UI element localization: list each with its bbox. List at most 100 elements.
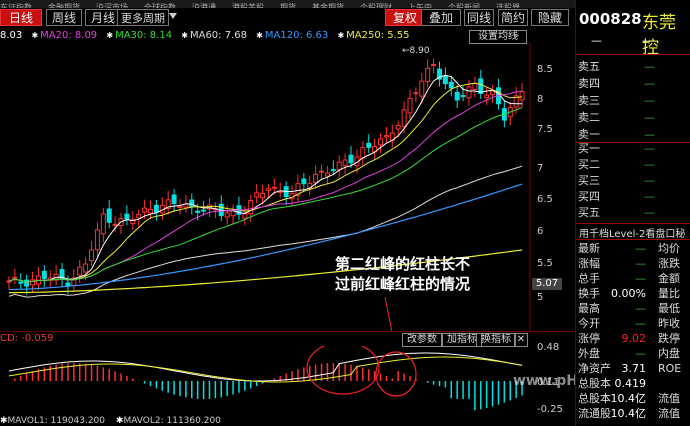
restore-rights-button[interactable]: 复权 <box>385 9 425 26</box>
candle-body <box>407 97 413 114</box>
quote-value: 0.419 <box>614 377 647 390</box>
buy-price: — <box>644 174 655 187</box>
candle-body <box>460 95 466 98</box>
ma30-value: MA30: 8.14 <box>115 30 173 41</box>
candle-body <box>419 80 425 97</box>
sell-price: — <box>644 94 655 107</box>
quote-value: 9.02 <box>621 332 647 345</box>
candle-body <box>472 83 478 90</box>
candle-body <box>153 204 159 213</box>
week-line-button[interactable]: 周线 <box>46 9 82 26</box>
buy-label: 买五 <box>578 206 600 219</box>
more-period-button[interactable]: 更多周期 <box>117 9 169 26</box>
chevron-down-icon[interactable] <box>169 13 177 19</box>
candle-body <box>89 249 95 262</box>
sell-row: 卖五 — <box>578 58 690 75</box>
quote-label: 流通股 <box>578 407 611 420</box>
sell-label: 卖二 <box>578 111 600 124</box>
buy-label: 买三 <box>578 174 600 187</box>
day-line-button[interactable]: 日线 <box>0 9 42 26</box>
sell-price: — <box>644 60 655 73</box>
quote-panel: 000828 东莞控 — — 卖五 — 卖四 — 卖三 — 卖二 — 卖一 — 买一 — 买二 — 买三 —… <box>575 0 690 426</box>
candle-body <box>519 91 525 101</box>
candle-body <box>201 209 207 212</box>
quote-value: — <box>635 347 646 360</box>
quote-row: 总手 — 金额 <box>578 271 690 286</box>
candle-body <box>171 194 177 204</box>
candle-body <box>224 212 230 218</box>
candle-body <box>77 266 83 276</box>
close-icon[interactable]: ✕ <box>514 333 528 347</box>
candle-body <box>189 199 195 207</box>
quote-row: 外盘 — 内盘 <box>578 346 690 361</box>
quote-label: 涨停 <box>578 332 600 345</box>
candle-body <box>124 213 130 220</box>
candle-body <box>360 147 366 159</box>
y-tick-label: 5.5 <box>537 258 553 269</box>
quote-label: 涨跌 <box>658 257 680 270</box>
candle-body <box>254 192 260 198</box>
buy-row: 买三 — <box>578 172 690 189</box>
ma20-value: MA20: 8.09 <box>40 30 98 41</box>
ma-line <box>8 74 523 283</box>
y-tick-label: 7.5 <box>537 124 553 135</box>
candle-body <box>177 206 183 209</box>
candle-body <box>142 207 148 213</box>
buy-price: — <box>644 158 655 171</box>
quote-value: 3.71 <box>621 362 647 375</box>
current-price-tag: 5.07 <box>532 278 562 290</box>
candle-body <box>83 263 89 273</box>
buy-row: 买一 — <box>578 140 690 157</box>
candle-body <box>195 210 201 213</box>
candle-body <box>366 142 372 148</box>
sell-row: 卖四 — <box>578 75 690 92</box>
candle-body <box>136 214 142 219</box>
simple-button[interactable]: 简约 <box>498 9 528 26</box>
quote-label: 总股本 <box>578 377 611 390</box>
candle-body <box>106 208 112 223</box>
quote-row: 流通股 10.4亿 流值 <box>578 406 690 421</box>
quote-label: 跌停 <box>658 332 680 345</box>
quote-label: 换手 <box>578 287 600 300</box>
quote-row: 净资产 3.71 ROE <box>578 361 690 376</box>
change-param-button[interactable]: 改参数 <box>402 333 442 347</box>
candle-body <box>330 169 336 172</box>
stock-name: 东莞控 <box>642 13 676 58</box>
y-tick-label: 5 <box>537 292 544 303</box>
quote-value: 10.4亿 <box>610 392 647 405</box>
period-toolbar: 日线 周线 月线 更多周期 复权 叠加 同线 简约 隐藏 <box>0 8 575 28</box>
quote-label: 均价 <box>658 242 680 255</box>
stock-code: 000828 <box>579 10 642 28</box>
candle-body <box>383 135 389 138</box>
candle-body <box>30 279 36 286</box>
same-line-button[interactable]: 同线 <box>464 9 494 26</box>
buy-label: 买一 <box>578 142 600 155</box>
quote-value: — <box>635 302 646 315</box>
ma60-value: MA60: 7.68 <box>189 30 247 41</box>
candle-body <box>271 186 277 189</box>
candle-body <box>260 192 266 199</box>
switch-indicator-button[interactable]: 换指标 <box>476 333 516 347</box>
quote-value: — <box>635 242 646 255</box>
quote-label: 金额 <box>658 272 680 285</box>
quote-row: 最新 — 均价 <box>578 241 690 256</box>
quote-row: 涨停 9.02 跌停 <box>578 331 690 346</box>
macd-chart[interactable] <box>0 346 530 416</box>
sell-label: 卖三 <box>578 94 600 107</box>
overlay-button[interactable]: 叠加 <box>421 9 461 26</box>
annotation-text: 第二红峰的红柱长不 过前红峰红柱的情况 <box>335 255 471 293</box>
ma-current-value: 8.03 <box>0 30 23 41</box>
level2-link[interactable]: 用千档Level-2看盘口秘 <box>579 225 685 240</box>
month-line-button[interactable]: 月线 <box>85 9 121 26</box>
candle-body <box>484 94 490 99</box>
ma-line <box>8 82 523 283</box>
candle-body <box>324 172 330 177</box>
hide-button[interactable]: 隐藏 <box>531 9 569 26</box>
quote-value: — <box>635 272 646 285</box>
candle-body <box>425 67 431 82</box>
candle-body <box>18 281 24 284</box>
high-price-label: ←8.90 <box>402 46 430 56</box>
candle-body <box>431 63 437 66</box>
candle-body <box>442 75 448 85</box>
buy-price: — <box>644 142 655 155</box>
